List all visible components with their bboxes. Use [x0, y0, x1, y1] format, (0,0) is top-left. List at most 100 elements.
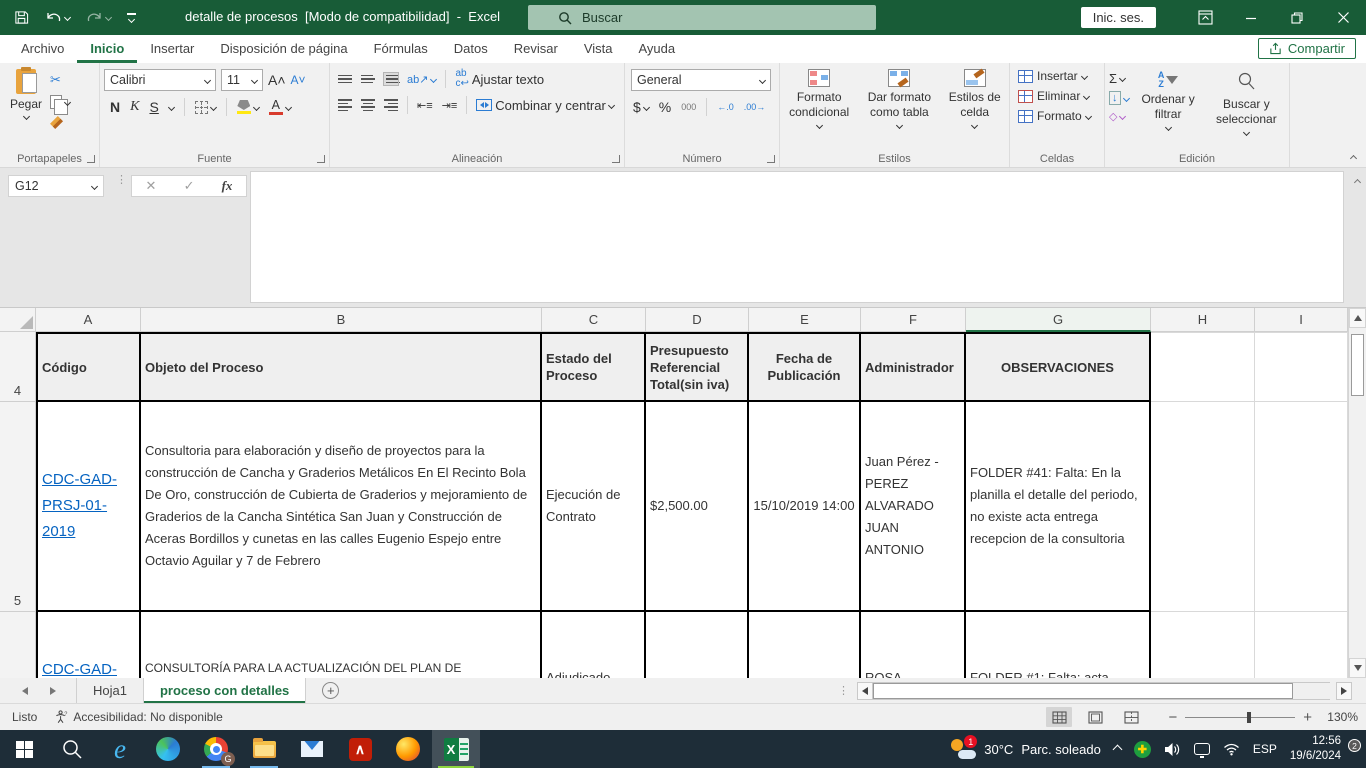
chrome-button[interactable]: G [192, 730, 240, 768]
redo-dropdown-icon[interactable] [105, 14, 112, 21]
cell-F6[interactable]: ROSA [861, 612, 966, 678]
cell-E4[interactable]: Fecha de Publicación [749, 332, 861, 402]
shrink-font-button[interactable]: A˅ [291, 73, 306, 87]
clear-button[interactable]: ◇ [1109, 110, 1129, 123]
insert-function-icon[interactable]: fx [222, 178, 233, 194]
align-middle-button[interactable] [361, 75, 375, 84]
col-header-B[interactable]: B [141, 308, 542, 332]
delete-cells-button[interactable]: Eliminar [1018, 89, 1100, 103]
increase-decimal-button[interactable]: ←.0 [717, 102, 734, 112]
cut-button[interactable]: ✂ [50, 72, 70, 88]
tab-vista[interactable]: Vista [571, 36, 626, 63]
tab-datos[interactable]: Datos [441, 36, 501, 63]
row-header-4[interactable]: 4 [0, 332, 36, 402]
tab-archivo[interactable]: Archivo [8, 36, 77, 63]
font-color-button[interactable]: A [269, 99, 291, 116]
alignment-dialog-launcher[interactable] [612, 155, 620, 163]
cell-A4[interactable]: Código [36, 332, 141, 402]
cell-A6[interactable]: CDC-GAD- [36, 612, 141, 678]
cell-G4[interactable]: OBSERVACIONES [966, 332, 1151, 402]
tab-disposicion[interactable]: Disposición de página [207, 36, 360, 63]
ribbon-display-options-button[interactable] [1182, 0, 1228, 35]
cell-I6[interactable] [1255, 612, 1348, 678]
align-right-button[interactable] [384, 99, 398, 111]
zoom-in-icon[interactable]: + [1303, 710, 1312, 725]
file-explorer-button[interactable] [240, 730, 288, 768]
cell-G5[interactable]: FOLDER #41: Falta: En la planilla el det… [966, 402, 1151, 612]
close-button[interactable] [1320, 0, 1366, 35]
internet-explorer-button[interactable]: e [96, 730, 144, 768]
page-break-view-button[interactable] [1118, 707, 1144, 727]
tab-formulas[interactable]: Fórmulas [361, 36, 441, 63]
vertical-scroll-thumb[interactable] [1351, 334, 1364, 396]
col-header-H[interactable]: H [1151, 308, 1255, 332]
conditional-formatting-button[interactable]: Formato condicional [784, 69, 854, 149]
cell-B5[interactable]: Consultoria para elaboración y diseño de… [141, 402, 542, 612]
scroll-left-icon[interactable] [857, 682, 873, 700]
col-header-E[interactable]: E [749, 308, 861, 332]
tab-ayuda[interactable]: Ayuda [626, 36, 689, 63]
cell-H5[interactable] [1151, 402, 1255, 612]
acrobat-button[interactable]: ∧ [336, 730, 384, 768]
horizontal-scrollbar[interactable]: ⋮ [838, 682, 1352, 700]
next-sheet-icon[interactable] [50, 687, 56, 695]
sheet-tab-hoja1[interactable]: Hoja1 [77, 678, 144, 703]
sign-in-button[interactable]: Inic. ses. [1081, 7, 1156, 28]
borders-button[interactable] [195, 101, 216, 114]
scroll-up-icon[interactable] [1349, 308, 1366, 328]
copy-button[interactable] [50, 95, 70, 109]
confirm-entry-icon[interactable]: ✓ [184, 178, 195, 194]
redo-button[interactable] [86, 11, 111, 25]
format-cells-button[interactable]: Formato [1018, 109, 1100, 123]
minimize-button[interactable] [1228, 0, 1274, 35]
autosum-button[interactable]: Σ [1109, 71, 1129, 86]
scroll-right-icon[interactable] [1336, 682, 1352, 700]
col-header-C[interactable]: C [542, 308, 646, 332]
accounting-format-button[interactable]: $ [633, 99, 649, 115]
zoom-slider-thumb[interactable] [1247, 712, 1251, 723]
show-hidden-icons-button[interactable] [1114, 746, 1121, 753]
start-button[interactable] [0, 730, 48, 768]
cell-G6[interactable]: FOLDER #1: Falta: acta [966, 612, 1151, 678]
italic-button[interactable]: K [130, 99, 139, 115]
grow-font-button[interactable]: A˄ [268, 72, 286, 88]
comma-style-button[interactable]: 000 [681, 102, 696, 112]
zoom-out-icon[interactable]: − [1168, 710, 1177, 725]
network-icon[interactable] [1223, 743, 1240, 756]
page-layout-view-button[interactable] [1082, 707, 1108, 727]
row-header-6[interactable] [0, 612, 36, 678]
col-header-I[interactable]: I [1255, 308, 1348, 332]
edge-button[interactable] [144, 730, 192, 768]
scrollbar-resize-handle[interactable]: ⋮ [838, 689, 849, 694]
name-box[interactable]: G12 [8, 175, 104, 197]
undo-dropdown-icon[interactable] [64, 14, 71, 21]
tab-insertar[interactable]: Insertar [137, 36, 207, 63]
merge-center-button[interactable]: Combinar y centrar [476, 98, 614, 113]
new-sheet-button[interactable]: + [322, 682, 339, 699]
paste-button[interactable]: Pegar [10, 69, 42, 129]
taskbar-search-button[interactable] [48, 730, 96, 768]
fill-button[interactable]: ↓ [1109, 91, 1129, 105]
clock[interactable]: 12:56 19/6/2024 [1290, 734, 1341, 764]
cell-A5[interactable]: CDC-GAD-PRSJ-01-2019 [36, 402, 141, 612]
collapse-ribbon-icon[interactable] [1350, 155, 1357, 162]
language-indicator[interactable]: ESP [1253, 742, 1277, 756]
font-dialog-launcher[interactable] [317, 155, 325, 163]
cancel-entry-icon[interactable]: ✕ [146, 178, 157, 194]
insert-cells-button[interactable]: Insertar [1018, 69, 1100, 83]
wrap-text-button[interactable]: abc↩Ajustar texto [455, 69, 544, 89]
formula-bar-resize-handle[interactable]: ⋮ [116, 178, 127, 183]
col-header-G[interactable]: G [966, 308, 1151, 332]
col-header-F[interactable]: F [861, 308, 966, 332]
horizontal-scroll-thumb[interactable] [873, 683, 1293, 699]
horizontal-scroll-track[interactable] [873, 682, 1330, 700]
cell-B6[interactable]: CONSULTORÍA PARA LA ACTUALIZACIÓN DEL PL… [141, 612, 542, 678]
select-all-corner[interactable] [0, 308, 36, 332]
cell-H6[interactable] [1151, 612, 1255, 678]
cell-H4[interactable] [1151, 332, 1255, 402]
prev-sheet-icon[interactable] [22, 687, 28, 695]
align-center-button[interactable] [361, 99, 375, 111]
col-header-A[interactable]: A [36, 308, 141, 332]
share-button[interactable]: Compartir [1258, 38, 1356, 59]
align-bottom-button[interactable] [384, 73, 398, 86]
